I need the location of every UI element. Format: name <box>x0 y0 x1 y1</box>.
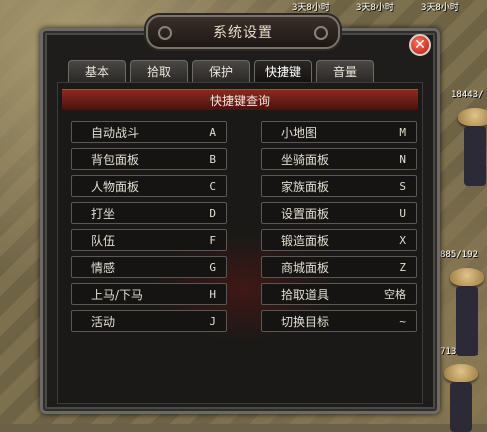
hotkey-key-label: H <box>209 287 216 301</box>
hotkey-key-label: Z <box>399 260 406 274</box>
hotkey-row: 队伍 F <box>71 229 227 251</box>
buff-timer-mid: 3天8小时 <box>356 3 394 13</box>
hotkey-row: 锻造面板 X <box>261 229 417 251</box>
hotkey-key-label: A <box>209 125 216 139</box>
hotkey-row: 人物面板 C <box>71 175 227 197</box>
hotkey-key-label: G <box>209 260 216 274</box>
hotkey-action-label: 坐骑面板 <box>281 152 330 167</box>
hotkey-key-label: C <box>209 179 216 193</box>
hotkey-row: 切换目标 ~ <box>261 310 417 332</box>
hotkey-action-label: 家族面板 <box>281 179 330 194</box>
hotkey-row: 上马/下马 H <box>71 283 227 305</box>
tab-hotkeys[interactable]: 快捷键 <box>254 60 312 82</box>
hotkey-row: 小地图 M <box>261 121 417 143</box>
hotkey-action-label: 上马/下马 <box>91 287 144 302</box>
panel-title: 快捷键查询 <box>62 89 418 110</box>
hotkey-panel: 快捷键查询 自动战斗 A 小地图 M 背包面板 B 坐骑面板 N 人物面板 C 家族面板 S 打坐 D 设置… <box>57 82 423 404</box>
hotkey-key-label: U <box>399 206 406 220</box>
close-icon[interactable]: ✕ <box>409 34 431 56</box>
hotkey-key-label: S <box>399 179 406 193</box>
hotkey-row: 设置面板 U <box>261 202 417 224</box>
hotkey-action-label: 队伍 <box>91 233 116 248</box>
hotkey-key-label: 空格 <box>384 288 406 301</box>
hotkey-row: 坐骑面板 N <box>261 148 417 170</box>
hotkey-row: 背包面板 B <box>71 148 227 170</box>
npc-hp-text: 885/192 <box>440 250 478 260</box>
tab-volume[interactable]: 音量 <box>316 60 374 82</box>
hotkey-key-label: F <box>209 233 216 247</box>
hotkey-row: 商城面板 Z <box>261 256 417 278</box>
hotkey-row: 情感 G <box>71 256 227 278</box>
hotkey-action-label: 背包面板 <box>91 152 140 167</box>
hotkey-action-label: 商城面板 <box>281 260 330 275</box>
hotkey-action-label: 自动战斗 <box>91 125 140 140</box>
hotkey-action-label: 活动 <box>91 314 116 329</box>
hotkey-grid: 自动战斗 A 小地图 M 背包面板 B 坐骑面板 N 人物面板 C 家族面板 S 打坐 D 设置面板 U 队伍 F… <box>71 121 417 332</box>
hotkey-action-label: 打坐 <box>91 206 116 221</box>
hotkey-row: 拾取道具 空格 <box>261 283 417 305</box>
npc-character[interactable] <box>458 108 487 186</box>
system-settings-dialog: 系统设置 ✕ 基本 拾取 保护 快捷键 音量 快捷键查询 自动战斗 A 小地图 M 背包… <box>40 15 440 414</box>
hotkey-row: 打坐 D <box>71 202 227 224</box>
hotkey-action-label: 小地图 <box>281 125 318 140</box>
hotkey-key-label: ~ <box>399 314 406 328</box>
hotkey-key-label: D <box>209 206 216 220</box>
dialog-title: 系统设置 <box>146 15 340 49</box>
npc-hp-text: 18443/ <box>451 90 484 100</box>
tab-basic[interactable]: 基本 <box>68 60 126 82</box>
hotkey-row: 自动战斗 A <box>71 121 227 143</box>
hotkey-key-label: J <box>209 314 216 328</box>
hotkey-action-label: 拾取道具 <box>281 287 330 302</box>
hotkey-action-label: 锻造面板 <box>281 233 330 248</box>
hotkey-row: 家族面板 S <box>261 175 417 197</box>
settings-tabs: 基本 拾取 保护 快捷键 音量 <box>68 60 374 82</box>
tab-pickup[interactable]: 拾取 <box>130 60 188 82</box>
hotkey-key-label: N <box>399 152 406 166</box>
hotkey-action-label: 设置面板 <box>281 206 330 221</box>
hotkey-key-label: X <box>399 233 406 247</box>
buff-timer-left: 3天8小时 <box>292 3 330 13</box>
hotkey-action-label: 切换目标 <box>281 314 330 329</box>
hotkey-row: 活动 J <box>71 310 227 332</box>
hotkey-action-label: 情感 <box>91 260 116 275</box>
hotkey-key-label: B <box>209 152 216 166</box>
hotkey-action-label: 人物面板 <box>91 179 140 194</box>
npc-character[interactable] <box>444 364 478 432</box>
buff-timer-right: 3天8小时 <box>421 3 459 13</box>
hotkey-key-label: M <box>399 125 406 139</box>
npc-character[interactable] <box>450 268 484 356</box>
tab-protect[interactable]: 保护 <box>192 60 250 82</box>
